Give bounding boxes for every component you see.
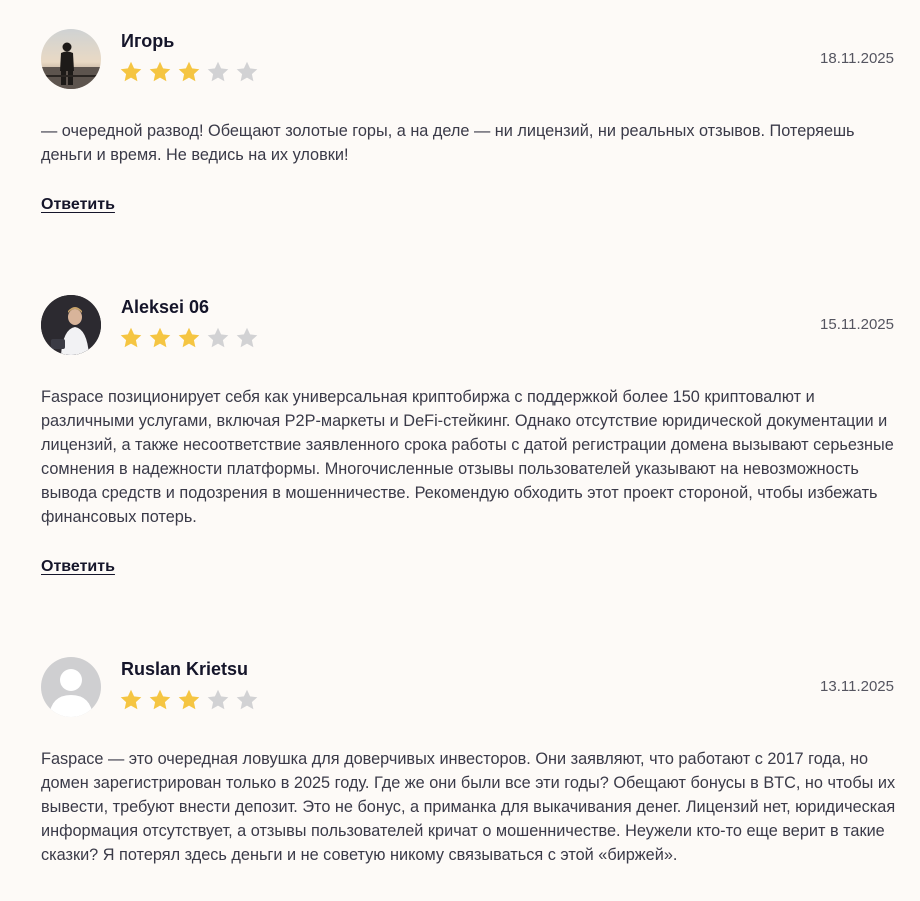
star-empty-icon xyxy=(207,61,229,82)
star-filled-icon xyxy=(120,61,142,82)
star-empty-icon xyxy=(207,327,229,348)
rating-stars xyxy=(119,60,259,84)
star-empty-icon xyxy=(236,689,258,710)
review-date: 15.11.2025 xyxy=(820,316,894,333)
star-filled-icon xyxy=(149,61,171,82)
default-user-icon xyxy=(41,657,101,717)
author-name: Ruslan Krietsu xyxy=(121,659,249,679)
review-date: 18.11.2025 xyxy=(820,50,894,67)
star-filled-icon xyxy=(120,689,142,710)
star-filled-icon xyxy=(149,327,171,348)
avatar xyxy=(41,295,101,355)
reply-link[interactable]: Ответить xyxy=(41,196,115,214)
star-empty-icon xyxy=(236,61,258,82)
review-text: Faspace — это очередная ловушка для дове… xyxy=(41,750,896,864)
rating-stars xyxy=(119,326,259,350)
star-filled-icon xyxy=(178,327,200,348)
review-date: 13.11.2025 xyxy=(820,678,894,695)
star-filled-icon xyxy=(178,689,200,710)
author-name: Aleksei 06 xyxy=(121,297,210,317)
rating-stars xyxy=(119,688,259,712)
reply-link[interactable]: Ответить xyxy=(41,558,115,576)
star-filled-icon xyxy=(178,61,200,82)
author-name: Игорь xyxy=(121,31,175,51)
star-filled-icon xyxy=(120,327,142,348)
star-filled-icon xyxy=(149,689,171,710)
review-text: Faspace позиционирует себя как универсал… xyxy=(41,388,894,526)
star-empty-icon xyxy=(236,327,258,348)
avatar xyxy=(41,29,101,89)
star-empty-icon xyxy=(207,689,229,710)
review-text: — очередной развод! Обещают золотые горы… xyxy=(41,122,855,164)
